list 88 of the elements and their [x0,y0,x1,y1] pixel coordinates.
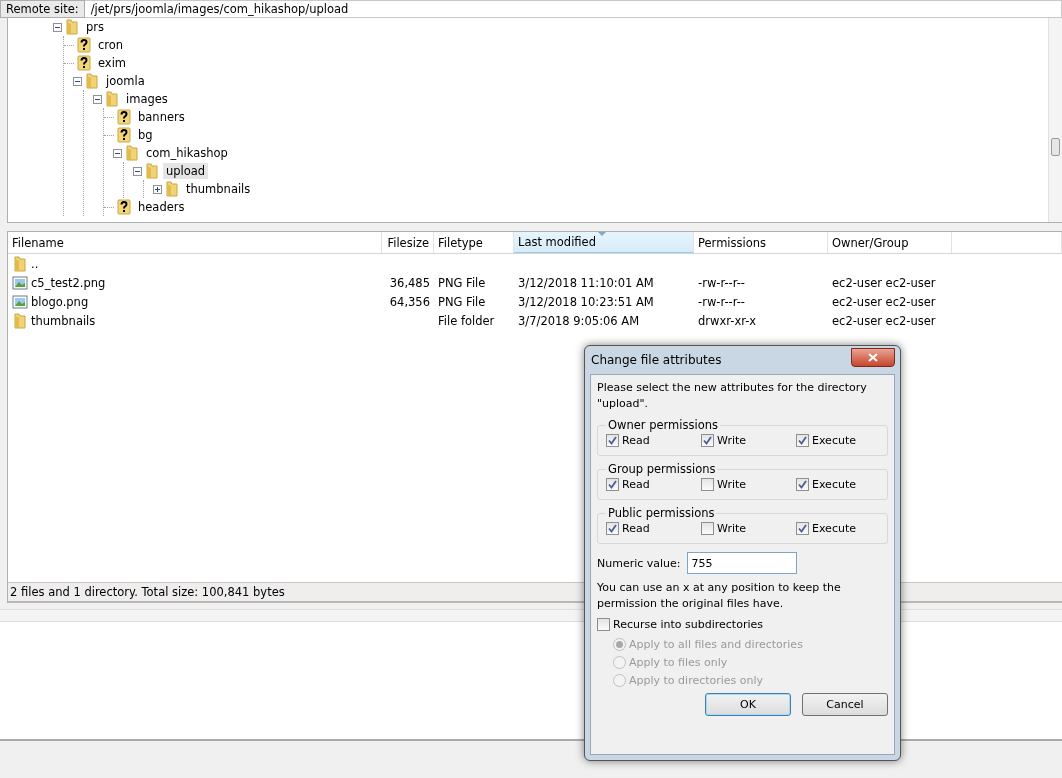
folder-icon [124,145,140,161]
table-cell-text: -rw-r--r-- [697,275,747,290]
minus-box-icon[interactable] [93,94,102,104]
table-cell-text: ec2-user ec2-user [831,275,937,290]
minus-box-icon[interactable] [53,22,62,32]
checkbox-label: Execute [812,434,856,447]
file-name[interactable]: c5_test2.png [8,274,382,291]
radio-label: Apply to all files and directories [629,637,803,651]
tree-item[interactable]: bg [135,127,156,143]
checkbox-label: Write [717,478,747,491]
table-cell-text: drwxr-xr-x [697,313,758,328]
unknown-folder-icon [116,109,132,125]
checkbox-label: Execute [812,522,856,535]
folder-icon [12,312,28,329]
minus-box-icon[interactable] [133,166,142,176]
column-header[interactable]: Last modified [514,232,694,253]
group-title: Group permissions [607,462,717,476]
radio-label: Apply to files only [629,655,728,669]
unknown-folder-icon [76,55,92,71]
checkbox-label: Recurse into subdirectories [613,618,763,631]
radio-label: Apply to directories only [629,673,764,687]
table-cell-text: 3/7/2018 9:05:06 AM [517,313,641,328]
file-name[interactable]: .. [8,255,382,272]
tree-item[interactable]: prs [83,19,108,35]
table-cell-text: File folder [437,313,496,328]
checkbox[interactable] [606,522,619,535]
minus-box-icon[interactable] [73,76,82,86]
tree-item[interactable]: cron [95,37,127,53]
dialog-title: Change file attributes [590,353,722,367]
tree-item[interactable]: images [123,91,171,107]
table-cell-text: ec2-user ec2-user [831,294,937,309]
tree-item[interactable]: banners [135,109,188,125]
tree-item[interactable]: upload [163,163,209,179]
folder-icon [104,91,120,107]
remote-site-label: Remote site: [0,0,85,18]
numeric-value-label: Numeric value: [597,556,681,570]
checkbox[interactable] [701,522,714,535]
folder-icon [12,255,28,272]
checkbox[interactable] [796,478,809,491]
minus-box-icon[interactable] [113,148,122,158]
folder-icon [164,181,180,197]
checkbox-label: Write [717,434,747,447]
unknown-folder-icon [116,199,132,215]
group-title: Owner permissions [607,418,719,432]
table-cell-text: 3/12/2018 10:23:51 AM [517,294,655,309]
tree-item[interactable]: headers [135,199,188,215]
checkbox[interactable] [606,478,619,491]
group-title: Public permissions [607,506,716,520]
checkbox-label: Read [622,522,650,535]
checkbox[interactable] [701,434,714,447]
close-icon [868,352,878,362]
checkbox[interactable] [701,478,714,491]
image-file-icon [12,274,28,291]
remote-path-field[interactable]: /jet/prs/joomla/images/com_hikashop/upload [84,0,1062,18]
folder-icon [144,163,160,179]
image-file-icon [12,293,28,310]
checkbox[interactable] [796,434,809,447]
checkbox[interactable] [597,618,610,631]
dialog-message: Please select the new attributes for the directory "upload". [597,380,868,412]
checkbox-label: Write [717,522,747,535]
table-cell-text: PNG File [437,294,487,309]
numeric-value-field[interactable]: 755 [686,552,797,574]
unknown-folder-icon [76,37,92,53]
table-cell-text: PNG File [437,275,487,290]
checkbox[interactable] [796,522,809,535]
checkbox[interactable] [606,434,619,447]
file-name[interactable]: blogo.png [8,293,382,310]
checkbox-label: Read [622,478,650,491]
unknown-folder-icon [116,127,132,143]
tree-item[interactable]: joomla [103,73,148,89]
file-name[interactable]: thumbnails [8,312,382,329]
scrollbar[interactable] [1048,18,1062,222]
tree-item[interactable]: thumbnails [183,181,254,197]
table-cell-text: 64,356 [388,294,431,309]
plus-box-icon[interactable] [153,184,162,194]
table-cell-text: ec2-user ec2-user [831,313,937,328]
checkbox-label: Read [622,434,650,447]
dialog-button[interactable]: OK [705,693,791,716]
table-cell-text: 3/12/2018 11:10:01 AM [517,275,655,290]
dialog-button[interactable]: Cancel [802,693,888,716]
table-cell-text: 36,485 [388,275,431,290]
folder-icon [84,73,100,89]
checkbox-label: Execute [812,478,856,491]
folder-icon [64,19,80,35]
close-button[interactable] [851,347,895,367]
table-cell-text: -rw-r--r-- [697,294,747,309]
tree-item[interactable]: exim [95,55,130,71]
tree-item[interactable]: com_hikashop [143,145,231,161]
